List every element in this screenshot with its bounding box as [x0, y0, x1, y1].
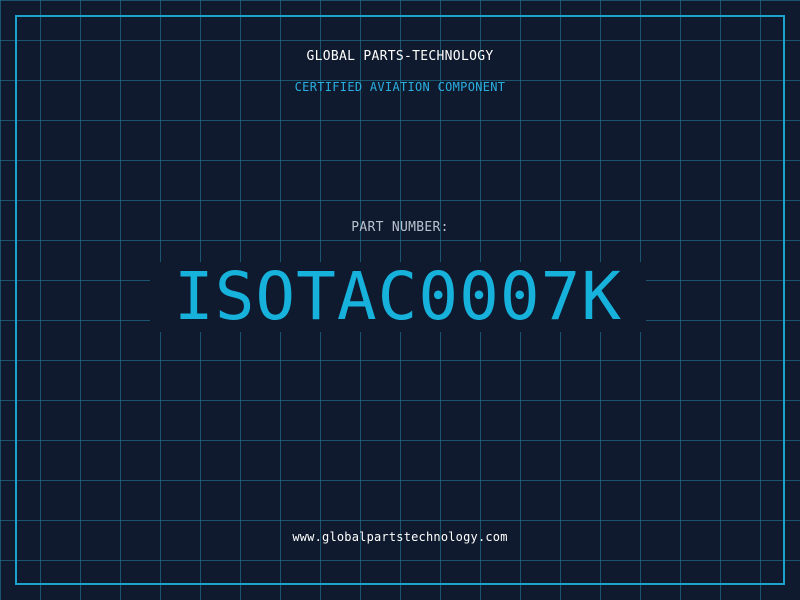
part-number-label: PART NUMBER:	[351, 220, 449, 235]
label-card: GLOBAL PARTS-TECHNOLOGY CERTIFIED AVIATI…	[0, 0, 800, 600]
website-url: www.globalpartstechnology.com	[292, 530, 508, 544]
company-name: GLOBAL PARTS-TECHNOLOGY	[306, 49, 494, 64]
subtitle: CERTIFIED AVIATION COMPONENT	[294, 80, 506, 94]
part-number-box: ISOTAC0007K	[150, 262, 646, 332]
part-number-value: ISOTAC0007K	[173, 258, 623, 335]
